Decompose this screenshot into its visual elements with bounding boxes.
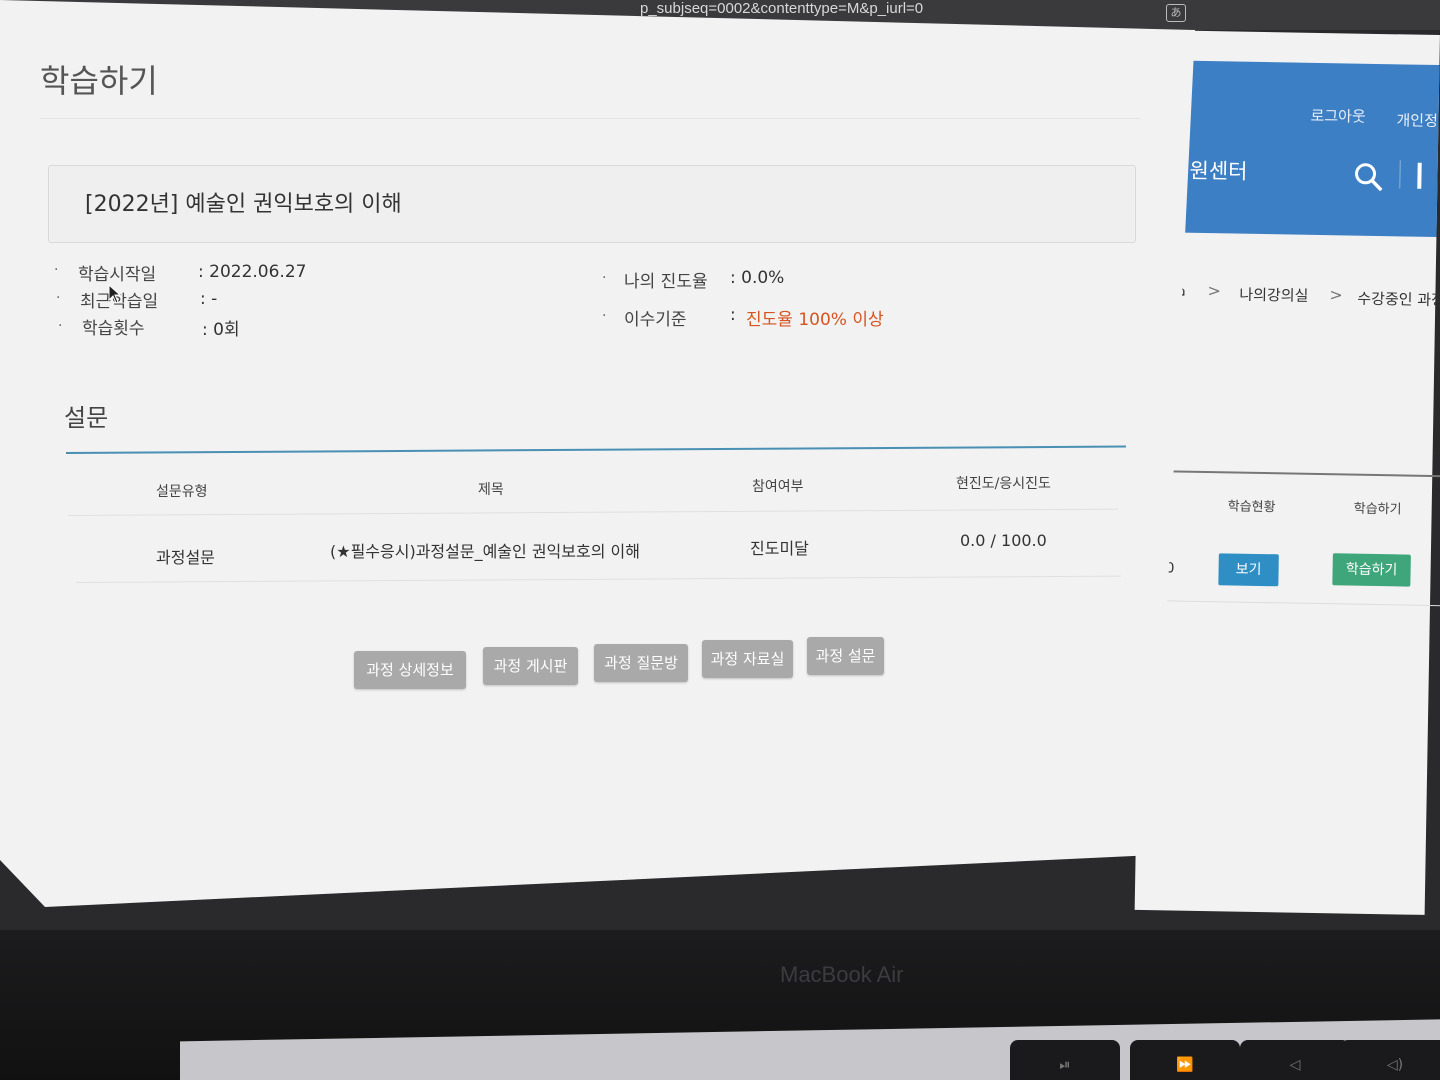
survey-divider bbox=[65, 445, 1126, 454]
course-archive-button[interactable]: 과정 자료실 bbox=[702, 640, 793, 678]
course-survey-button[interactable]: 과정 설문 bbox=[807, 637, 884, 675]
course-qna-button[interactable]: 과정 질문방 bbox=[594, 644, 688, 682]
course-detail-button[interactable]: 과정 상세정보 bbox=[354, 651, 466, 689]
title-divider bbox=[40, 118, 1140, 119]
translate-icon[interactable]: あ bbox=[1166, 4, 1186, 22]
course-title-box: [2022년] 예술인 권익보호의 이해 bbox=[48, 165, 1136, 243]
table-header-line bbox=[1162, 470, 1440, 478]
study-popup-window: 학습하기 [2022년] 예술인 권익보호의 이해 · 학습시작일 : 2022… bbox=[0, 0, 1195, 907]
menu-icon[interactable] bbox=[1415, 161, 1438, 191]
study-count-value: : 0회 bbox=[202, 320, 240, 340]
bullet: · bbox=[58, 318, 63, 334]
column-header-survey-type: 설문유형 bbox=[156, 484, 208, 500]
breadcrumb-current: 수강중인 과정 bbox=[1357, 289, 1440, 310]
mouse-cursor-icon bbox=[108, 284, 122, 304]
table-row-line bbox=[75, 575, 1121, 583]
my-progress-label: 나의 진도율 bbox=[624, 272, 708, 292]
site-center-title: 원센터 bbox=[1189, 158, 1248, 184]
study-count-label: 학습횟수 bbox=[82, 319, 145, 339]
column-header-title: 제목 bbox=[478, 482, 504, 498]
recent-date-value: : - bbox=[200, 289, 218, 309]
breadcrumb-separator: > bbox=[1329, 285, 1343, 305]
start-date-value: : 2022.06.27 bbox=[198, 262, 307, 282]
header-divider bbox=[1399, 160, 1401, 189]
course-board-button[interactable]: 과정 게시판 bbox=[483, 647, 578, 685]
table-row-line bbox=[1160, 600, 1440, 607]
column-header-participation: 참여여부 bbox=[752, 479, 804, 495]
play-pause-key: ⏯ bbox=[1010, 1040, 1120, 1080]
search-icon[interactable] bbox=[1353, 162, 1384, 193]
mute-key: ◁ bbox=[1240, 1040, 1350, 1080]
fast-forward-key: ⏩ bbox=[1130, 1040, 1240, 1080]
logout-link[interactable]: 로그아웃 bbox=[1310, 105, 1366, 127]
completion-criteria-value: 진도율 100% 이상 bbox=[746, 310, 884, 330]
view-button[interactable]: 보기 bbox=[1218, 553, 1279, 587]
survey-title-link[interactable]: (★필수응시)과정설문_예술인 권익보호의 이해 bbox=[330, 538, 640, 562]
survey-heading: 설문 bbox=[64, 404, 109, 432]
table-header-line bbox=[67, 508, 1118, 516]
breadcrumb-separator: > bbox=[1207, 281, 1222, 301]
url-text: p_subjseq=0002&contenttype=M&p_iurl=0 bbox=[640, 0, 924, 17]
completion-criteria-label: 이수기준 bbox=[624, 310, 687, 330]
study-button[interactable]: 학습하기 bbox=[1332, 553, 1411, 587]
breadcrumb-my-classroom[interactable]: 나의강의실 bbox=[1239, 284, 1308, 306]
device-brand-label: MacBook Air bbox=[780, 962, 904, 987]
my-progress-value: : 0.0% bbox=[730, 268, 785, 288]
course-title: [2022년] 예술인 권익보호의 이해 bbox=[85, 192, 402, 217]
bullet: · bbox=[54, 262, 59, 278]
column-header-study: 학습하기 bbox=[1353, 501, 1402, 518]
popup-title: 학습하기 bbox=[40, 62, 158, 100]
column-header-progress: 현진도/응시진도 bbox=[956, 476, 1051, 492]
progress-cell: 0.0 / 100.0 bbox=[960, 531, 1047, 550]
participation-cell: 진도미달 bbox=[750, 539, 809, 558]
completion-criteria-colon: : bbox=[730, 305, 736, 325]
bullet: · bbox=[602, 308, 607, 324]
survey-type-cell: 과정설문 bbox=[156, 548, 215, 567]
bullet: · bbox=[56, 290, 61, 306]
volume-key: ◁) bbox=[1340, 1040, 1440, 1080]
privacy-link[interactable]: 개인정 bbox=[1396, 109, 1438, 131]
column-header-status: 학습현황 bbox=[1227, 499, 1276, 516]
start-date-label: 학습시작일 bbox=[78, 265, 157, 285]
bullet: · bbox=[602, 270, 607, 286]
